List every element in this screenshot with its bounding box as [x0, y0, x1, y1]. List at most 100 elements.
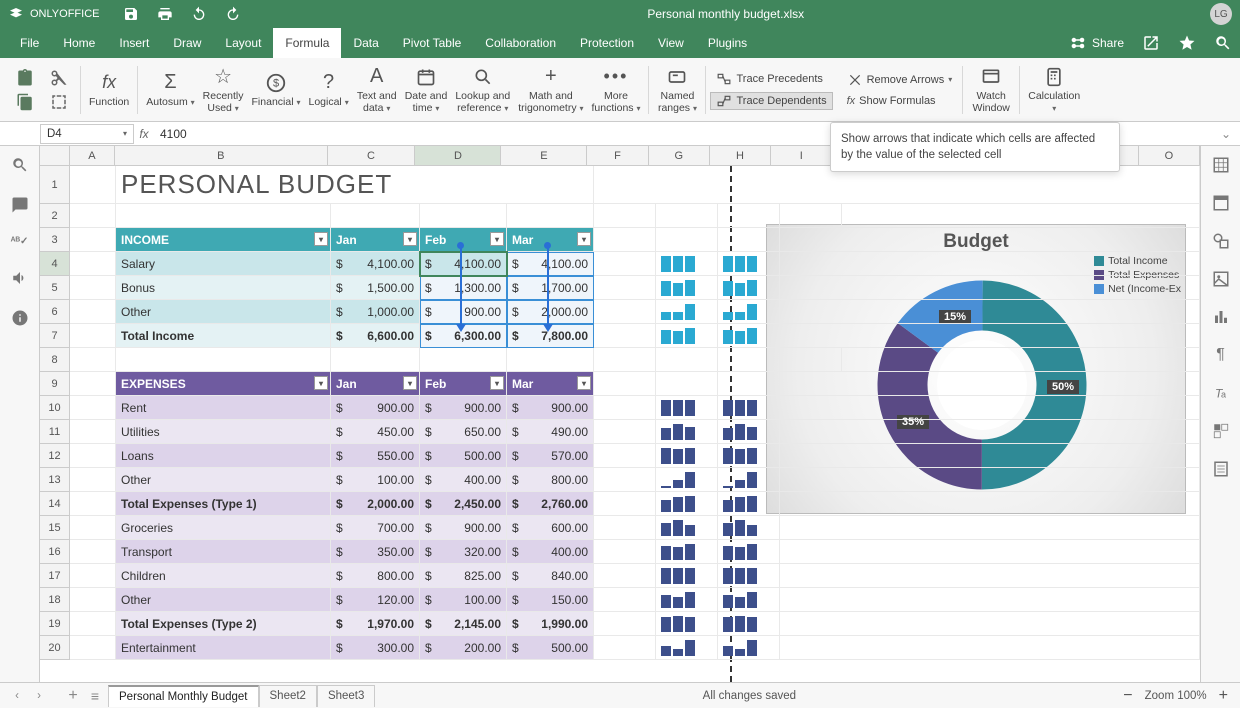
text-data-button[interactable]: A Text and data ▾ — [353, 63, 401, 116]
logical-button[interactable]: ? Logical ▾ — [304, 69, 352, 111]
textart-icon[interactable]: Ta — [1212, 384, 1230, 402]
col-header-G[interactable]: G — [649, 146, 710, 165]
cut-icon[interactable] — [50, 69, 68, 87]
col-header-D[interactable]: D — [415, 146, 501, 165]
budget-title[interactable]: PERSONAL BUDGET — [116, 166, 594, 204]
open-location-icon[interactable] — [1142, 34, 1160, 52]
sheet-prev-icon[interactable]: ‹ — [8, 690, 26, 702]
col-header-C[interactable]: C — [328, 146, 416, 165]
filter-dropdown-icon[interactable]: ▾ — [490, 232, 504, 246]
filter-dropdown-icon[interactable]: ▾ — [403, 376, 417, 390]
col-header-E[interactable]: E — [501, 146, 587, 165]
watch-window-button[interactable]: Watch Window — [967, 63, 1015, 116]
fx-icon[interactable]: fx — [134, 127, 154, 141]
row-header-2[interactable]: 2 — [40, 204, 70, 228]
trace-dependents-button[interactable]: Trace Dependents — [710, 92, 832, 110]
row-header-13[interactable]: 13 — [40, 468, 70, 492]
row-header-8[interactable]: 8 — [40, 348, 70, 372]
financial-button[interactable]: $ Financial ▾ — [248, 69, 305, 111]
filter-dropdown-icon[interactable]: ▾ — [490, 376, 504, 390]
name-box[interactable]: D4▾ — [40, 124, 134, 144]
comments-icon[interactable] — [11, 196, 29, 214]
row-header-14[interactable]: 14 — [40, 492, 70, 516]
menu-home[interactable]: Home — [51, 28, 107, 58]
menu-data[interactable]: Data — [341, 28, 390, 58]
row-header-1[interactable]: 1 — [40, 166, 70, 204]
math-button[interactable]: + Math and trigonometry ▾ — [514, 63, 587, 116]
sheet-tab-0[interactable]: Personal Monthly Budget — [108, 685, 259, 707]
about-icon[interactable] — [11, 309, 29, 327]
user-avatar[interactable]: LG — [1210, 3, 1232, 25]
spreadsheet-grid[interactable]: ABCDEFGHIJKLMNO Budget Total Income Tota… — [40, 146, 1200, 682]
favorite-icon[interactable] — [1178, 34, 1196, 52]
menu-formula[interactable]: Formula — [273, 28, 341, 58]
row-header-17[interactable]: 17 — [40, 564, 70, 588]
row-header-16[interactable]: 16 — [40, 540, 70, 564]
row-header-4[interactable]: 4 — [40, 252, 70, 276]
calculation-button[interactable]: Calculation▾ — [1024, 63, 1084, 116]
share-button[interactable]: Share — [1070, 34, 1124, 52]
col-header-H[interactable]: H — [710, 146, 771, 165]
row-header-15[interactable]: 15 — [40, 516, 70, 540]
sheets-list-button[interactable]: ≡ — [86, 688, 104, 704]
menu-draw[interactable]: Draw — [161, 28, 213, 58]
pivot-settings-icon[interactable] — [1212, 422, 1230, 440]
row-header-3[interactable]: 3 — [40, 228, 70, 252]
print-icon[interactable] — [157, 6, 173, 22]
show-formulas-button[interactable]: fx Show Formulas — [841, 93, 959, 109]
filter-dropdown-icon[interactable]: ▾ — [314, 376, 328, 390]
trace-precedents-button[interactable]: Trace Precedents — [710, 70, 832, 88]
save-icon[interactable] — [123, 6, 139, 22]
menu-layout[interactable]: Layout — [213, 28, 273, 58]
col-header-A[interactable]: A — [70, 146, 115, 165]
select-icon[interactable] — [50, 93, 68, 111]
chart-settings-icon[interactable] — [1212, 308, 1230, 326]
menu-file[interactable]: File — [8, 28, 51, 58]
sheet-next-icon[interactable]: › — [30, 690, 48, 702]
zoom-level[interactable]: Zoom 100% — [1145, 690, 1207, 702]
row-header-10[interactable]: 10 — [40, 396, 70, 420]
undo-icon[interactable] — [191, 6, 207, 22]
row-header-5[interactable]: 5 — [40, 276, 70, 300]
search-icon[interactable] — [1214, 34, 1232, 52]
col-header-I[interactable]: I — [771, 146, 832, 165]
sheet-tab-2[interactable]: Sheet3 — [317, 685, 375, 707]
menu-collaboration[interactable]: Collaboration — [473, 28, 568, 58]
filter-dropdown-icon[interactable]: ▾ — [577, 232, 591, 246]
row-header-20[interactable]: 20 — [40, 636, 70, 660]
add-sheet-button[interactable]: + — [64, 687, 82, 705]
menu-view[interactable]: View — [646, 28, 696, 58]
find-icon[interactable] — [11, 156, 29, 174]
feedback-icon[interactable] — [11, 269, 29, 287]
image-settings-icon[interactable] — [1212, 270, 1230, 288]
col-header-F[interactable]: F — [587, 146, 648, 165]
col-header-B[interactable]: B — [115, 146, 327, 165]
paste-icon[interactable] — [16, 69, 34, 87]
remove-arrows-button[interactable]: Remove Arrows ▾ — [841, 71, 959, 89]
redo-icon[interactable] — [225, 6, 241, 22]
row-header-19[interactable]: 19 — [40, 612, 70, 636]
row-header-11[interactable]: 11 — [40, 420, 70, 444]
date-time-button[interactable]: Date and time ▾ — [401, 63, 452, 116]
named-ranges-button[interactable]: Named ranges ▾ — [653, 63, 701, 116]
zoom-out-button[interactable]: − — [1123, 687, 1132, 705]
lookup-button[interactable]: Lookup and reference ▾ — [451, 63, 514, 116]
row-header-6[interactable]: 6 — [40, 300, 70, 324]
paragraph-icon[interactable]: ¶ — [1216, 346, 1225, 364]
col-header-O[interactable]: O — [1139, 146, 1200, 165]
autosum-button[interactable]: Σ Autosum ▾ — [142, 69, 198, 111]
cell-settings-icon[interactable] — [1212, 156, 1230, 174]
menu-protection[interactable]: Protection — [568, 28, 646, 58]
sheet-tab-1[interactable]: Sheet2 — [259, 685, 317, 707]
menu-insert[interactable]: Insert — [107, 28, 161, 58]
filter-dropdown-icon[interactable]: ▾ — [314, 232, 328, 246]
menu-pivot-table[interactable]: Pivot Table — [391, 28, 473, 58]
recently-used-button[interactable]: ☆ Recently Used ▾ — [199, 63, 248, 116]
filter-dropdown-icon[interactable]: ▾ — [403, 232, 417, 246]
row-header-12[interactable]: 12 — [40, 444, 70, 468]
function-button[interactable]: fx Function — [85, 69, 133, 111]
income-header[interactable]: INCOME▾ — [116, 228, 331, 252]
menu-plugins[interactable]: Plugins — [696, 28, 759, 58]
row-header-9[interactable]: 9 — [40, 372, 70, 396]
expand-formula-icon[interactable]: ⌄ — [1220, 127, 1240, 141]
